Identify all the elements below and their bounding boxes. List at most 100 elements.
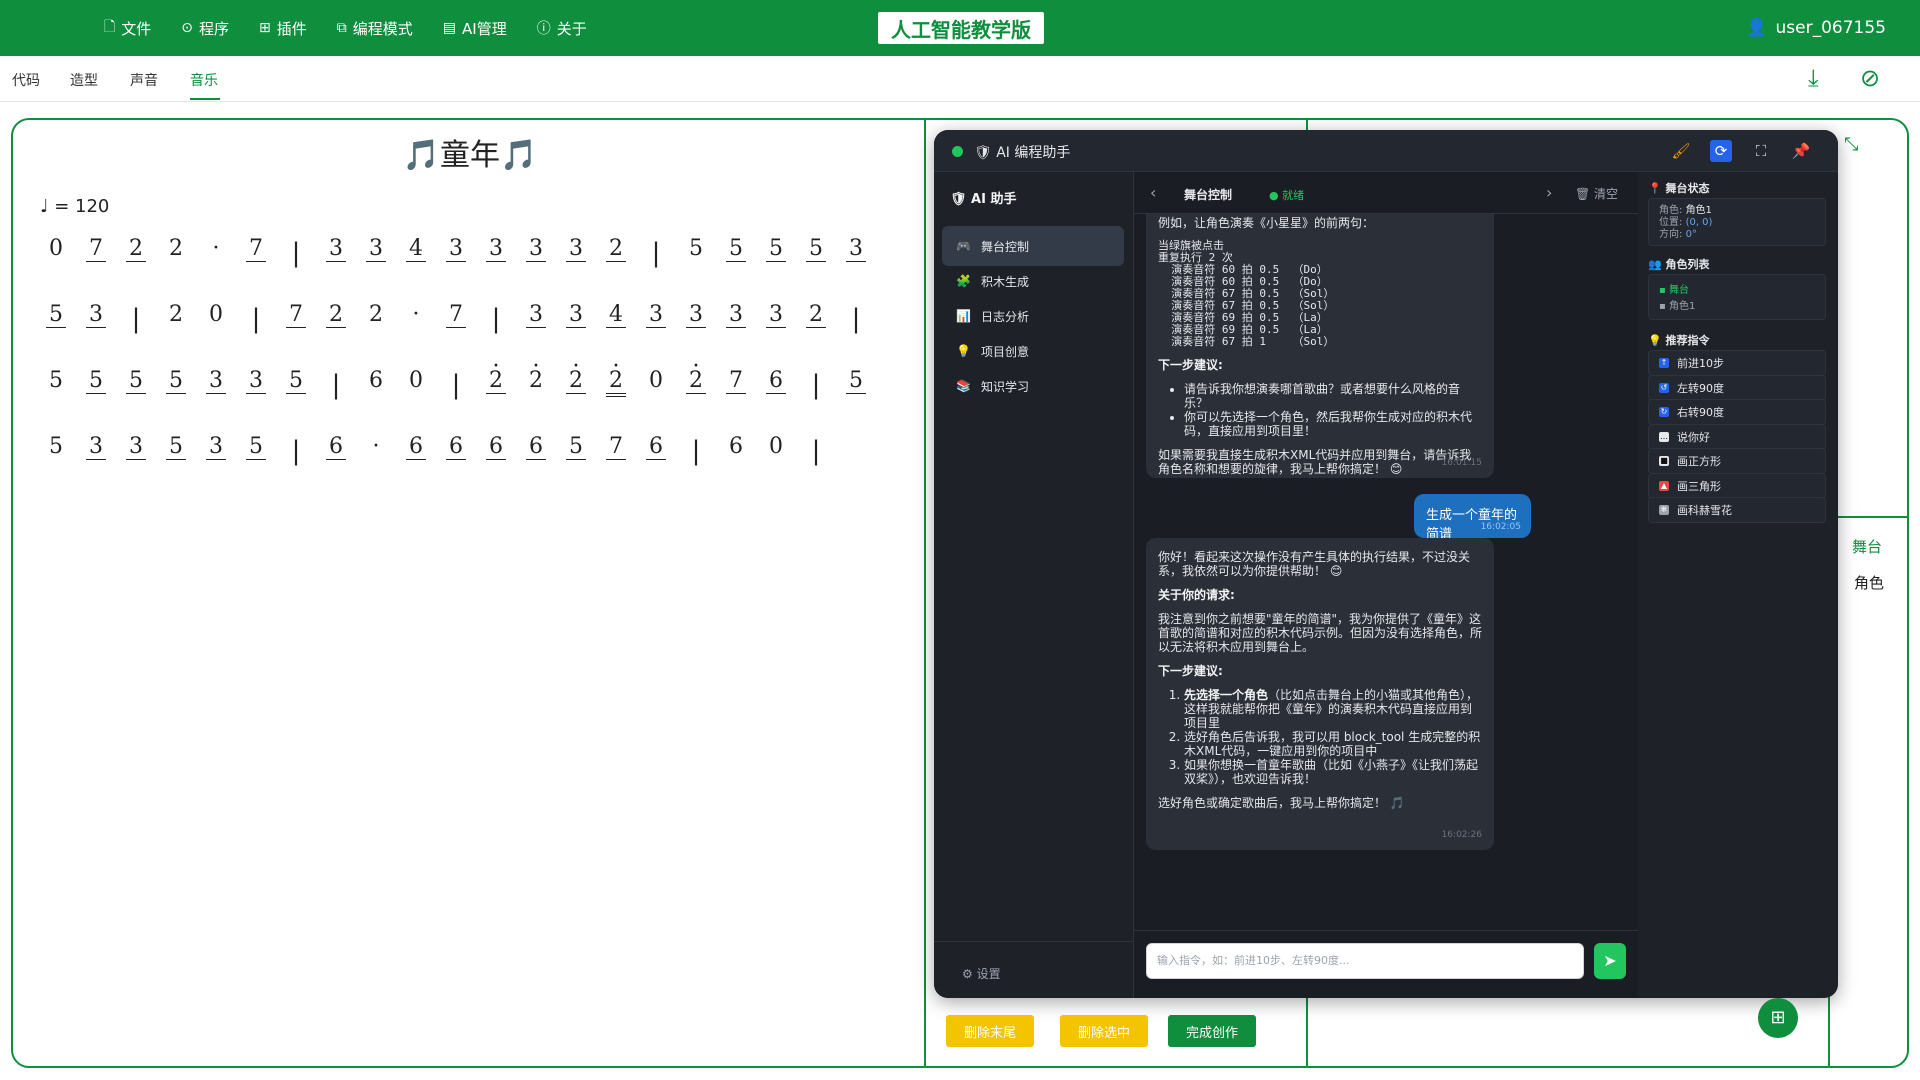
barline[interactable]: | (276, 236, 316, 276)
pin-icon[interactable]: 📌 (1790, 140, 1812, 162)
command-item[interactable]: ❄ 画科赫雪花 (1648, 497, 1826, 523)
score-note[interactable]: 6 (716, 434, 756, 474)
score-note[interactable]: 2 (556, 354, 596, 408)
score-note[interactable]: 2 (116, 236, 156, 276)
score-note[interactable]: 2 (796, 302, 836, 342)
score-note[interactable]: 3 (756, 302, 796, 342)
score-note[interactable]: 2 (356, 302, 396, 342)
score-note[interactable]: 7 (596, 434, 636, 474)
barline[interactable]: | (796, 434, 836, 474)
tab-code[interactable]: 代码 (12, 70, 40, 90)
score-note[interactable]: 0 (196, 302, 236, 342)
score-note[interactable]: 6 (756, 368, 796, 408)
score-note[interactable]: 5 (236, 434, 276, 474)
command-item[interactable]: ↑ 前进10步 (1648, 350, 1826, 376)
tab-music[interactable]: 音乐 (190, 70, 218, 90)
score-note[interactable]: 6 (436, 434, 476, 474)
barline[interactable]: | (476, 302, 516, 342)
score-note[interactable]: · (196, 236, 236, 276)
score-note[interactable]: 5 (36, 368, 76, 408)
score-note[interactable]: 5 (116, 368, 156, 408)
score-note[interactable]: 5 (156, 434, 196, 474)
menu-item-1[interactable]: ⊙ 程序 (181, 18, 229, 39)
grid-menu-button[interactable]: ⊞ (1758, 998, 1798, 1038)
score-note[interactable]: 5 (276, 368, 316, 408)
menu-item-4[interactable]: ▤ AI管理 (443, 18, 507, 39)
chevron-right-icon[interactable]: › (1546, 183, 1552, 202)
score-note[interactable]: 3 (476, 236, 516, 276)
score-note[interactable]: 3 (436, 236, 476, 276)
barline[interactable]: | (236, 302, 276, 342)
score-note[interactable]: 3 (196, 368, 236, 408)
command-item[interactable]: ↺ 左转90度 (1648, 374, 1826, 401)
score-note[interactable]: 5 (716, 236, 756, 276)
score-note[interactable]: 3 (836, 236, 876, 276)
score-note[interactable]: 0 (36, 236, 76, 276)
role-item-stage[interactable]: ▪ 舞台 (1649, 283, 1825, 299)
score-note[interactable]: 5 (676, 236, 716, 276)
delete-selected-button[interactable]: 删除选中 (1060, 1015, 1148, 1047)
score-note[interactable]: 2 (596, 236, 636, 276)
download-icon[interactable]: ⤓ (1808, 64, 1819, 92)
user-menu[interactable]: 👤 user_067155 (1746, 0, 1886, 56)
tab-costume[interactable]: 造型 (70, 70, 98, 90)
score-note[interactable]: 6 (396, 434, 436, 474)
score-note[interactable]: 4 (396, 236, 436, 276)
barline[interactable]: | (796, 368, 836, 408)
score-note[interactable]: 2 (316, 302, 356, 342)
score-note[interactable]: 0 (396, 368, 436, 408)
command-item[interactable]: ■ 画正方形 (1648, 448, 1826, 474)
send-button[interactable]: ➤ (1594, 943, 1626, 979)
barline[interactable]: | (636, 236, 676, 276)
score-note[interactable]: 3 (516, 302, 556, 342)
barline[interactable]: | (316, 368, 356, 408)
chat-input[interactable]: 输入指令，如：前进10步、左转90度... (1146, 943, 1584, 979)
command-item[interactable]: … 说你好 (1648, 423, 1826, 450)
barline[interactable]: | (276, 434, 316, 474)
score-note[interactable]: 3 (116, 434, 156, 474)
score-note[interactable]: 7 (236, 236, 276, 276)
score-note[interactable]: 6 (636, 434, 676, 474)
score-note[interactable]: 3 (76, 302, 116, 342)
score-note[interactable]: 4 (596, 302, 636, 342)
menu-item-5[interactable]: ⓘ 关于 (537, 18, 587, 39)
score-note[interactable]: 2 (516, 354, 556, 408)
clear-button[interactable]: 🗑 清空 (1575, 185, 1618, 202)
score-note[interactable]: 5 (796, 236, 836, 276)
command-item[interactable]: ▲ 画三角形 (1648, 472, 1826, 499)
menu-item-0[interactable]: 🗋 文件 (104, 16, 151, 40)
barline[interactable]: | (836, 302, 876, 342)
stage-tab[interactable]: 舞台 (1852, 536, 1882, 557)
score-note[interactable]: 7 (716, 368, 756, 408)
sidebar-item-3[interactable]: 💡 项目创意 (942, 331, 1124, 371)
score-note[interactable]: 6 (476, 434, 516, 474)
score-note[interactable]: 0 (756, 434, 796, 474)
command-item[interactable]: ↻ 右转90度 (1648, 399, 1826, 425)
brush-icon[interactable]: 🖌 (1670, 140, 1692, 162)
menu-item-3[interactable]: ⧉ 编程模式 (337, 18, 413, 39)
barline[interactable]: | (116, 302, 156, 342)
score-note[interactable]: 6 (356, 368, 396, 408)
sidebar-item-1[interactable]: 🧩 积木生成 (942, 261, 1124, 301)
score-note[interactable]: 2 (156, 236, 196, 276)
score-note[interactable]: 5 (156, 368, 196, 408)
score-note[interactable]: · (356, 434, 396, 474)
score-note[interactable]: 3 (556, 236, 596, 276)
score-note[interactable]: 3 (516, 236, 556, 276)
chevron-left-icon[interactable]: ‹ (1150, 183, 1156, 202)
score-note[interactable]: 3 (716, 302, 756, 342)
sidebar-item-2[interactable]: 📊 日志分析 (942, 296, 1124, 336)
score-note[interactable]: 0 (636, 368, 676, 408)
score-note[interactable]: 5 (36, 434, 76, 474)
score-note[interactable]: 3 (356, 236, 396, 276)
menu-item-2[interactable]: ⊞ 插件 (259, 18, 307, 39)
delete-last-button[interactable]: 删除末尾 (946, 1015, 1034, 1047)
score-note[interactable]: 3 (556, 302, 596, 342)
score-note[interactable]: 5 (836, 368, 876, 408)
score-note[interactable]: 3 (316, 236, 356, 276)
expand-icon[interactable]: ⤡ (1844, 134, 1858, 155)
score-note[interactable]: 3 (76, 434, 116, 474)
stop-icon[interactable]: ⊘ (1860, 64, 1880, 92)
score-note[interactable]: 2 (676, 354, 716, 408)
role-tab[interactable]: 角色 (1854, 572, 1884, 593)
